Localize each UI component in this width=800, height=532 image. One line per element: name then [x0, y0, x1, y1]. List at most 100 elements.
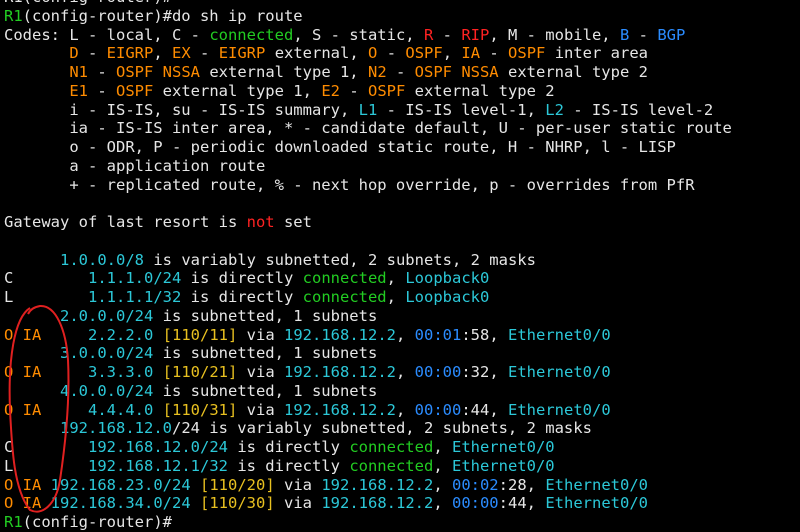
terminal-text: 192.168.34.0/24: [50, 494, 191, 513]
terminal-text: 1.0.0.0/8: [60, 250, 144, 269]
terminal-line: L 192.168.12.1/32 is directly connected,…: [4, 457, 800, 476]
terminal-text: R1: [4, 6, 23, 25]
terminal-line: C 192.168.12.0/24 is directly connected,…: [4, 438, 800, 457]
terminal-text: connected: [349, 438, 434, 456]
terminal-text: -: [480, 44, 509, 63]
terminal-text: 3.0.0.0/24: [60, 344, 154, 363]
terminal-text: O IA: [4, 475, 42, 494]
terminal-line: O IA 3.3.3.0 [110/21] via 192.168.12.2, …: [4, 363, 800, 382]
terminal-text: E2: [321, 81, 340, 100]
terminal-text: 00:00: [414, 400, 462, 419]
terminal-text: L: [4, 456, 88, 475]
terminal-text: 4.4.4.0: [88, 400, 154, 419]
terminal-text: 192.168.12.2: [284, 400, 396, 419]
terminal-text: ,: [433, 494, 452, 513]
terminal-text: N2: [367, 63, 387, 81]
terminal-text: 00:00: [451, 494, 499, 513]
terminal-text: a - application route: [4, 156, 266, 175]
terminal-line: a - application route: [4, 157, 800, 176]
terminal-text: 1.1.1.1/32: [88, 288, 182, 306]
terminal-text: via: [274, 494, 322, 513]
terminal-line: i - IS-IS, su - IS-IS summary, L1 - IS-I…: [4, 101, 800, 120]
terminal-text: EIGRP: [106, 44, 154, 63]
terminal-line: 2.0.0.0/24 is subnetted, 1 subnets: [4, 307, 800, 326]
terminal-text: 192.168.12.2: [321, 494, 434, 513]
terminal-text: Ethernet0/0: [451, 456, 555, 475]
terminal-text: L: [4, 288, 88, 306]
terminal-text: + - replicated route, % - next hop overr…: [4, 175, 695, 194]
terminal-text: C: [4, 269, 88, 288]
terminal-text: -: [433, 25, 462, 44]
terminal-text: ,: [395, 400, 415, 419]
terminal-text: 00:01: [414, 325, 462, 344]
terminal-text: RIP: [461, 25, 490, 44]
terminal-line: N1 - OSPF NSSA external type 1, N2 - OSP…: [4, 63, 800, 82]
terminal-text: -: [88, 81, 116, 100]
terminal-text: is directly: [227, 456, 350, 475]
terminal-text: 192.168.12.0: [60, 419, 172, 438]
terminal-text: external,: [265, 44, 369, 63]
terminal-text: is variably subnetted, 2 subnets, 2 mask…: [144, 250, 536, 269]
terminal-line: 3.0.0.0/24 is subnetted, 1 subnets: [4, 344, 800, 363]
terminal-text: is directly: [181, 269, 303, 288]
terminal-text: Ethernet0/0: [508, 325, 611, 344]
terminal-text: Ethernet0/0: [508, 400, 611, 419]
terminal-text: [110/31]: [162, 400, 238, 419]
terminal-text: R: [423, 25, 434, 44]
terminal-text: :58,: [461, 325, 508, 344]
terminal-text: inter area: [545, 44, 649, 63]
terminal-text: OSPF: [116, 81, 154, 100]
terminal-text: OSPF: [367, 81, 406, 100]
terminal-text: Ethernet0/0: [545, 494, 648, 513]
terminal-line: Gateway of last resort is not set: [4, 213, 800, 232]
terminal-line: E1 - OSPF external type 1, E2 - OSPF ext…: [4, 82, 800, 101]
terminal-text: [110/20]: [200, 475, 275, 494]
terminal-text: external type 2: [405, 81, 555, 100]
terminal-text: ia - IS-IS inter area, * - candidate def…: [4, 119, 732, 138]
terminal-text: -: [377, 44, 406, 63]
terminal-text: ,: [153, 44, 173, 63]
terminal-output[interactable]: R1(config-router)#R1(config-router)#do s…: [4, 0, 800, 532]
terminal-text: D: [69, 44, 79, 63]
terminal-line: ia - IS-IS inter area, * - candidate def…: [4, 119, 800, 138]
terminal-text: Ethernet0/0: [451, 438, 555, 456]
terminal-text: -: [88, 63, 116, 81]
terminal-text: (config-router)#do sh ip route: [22, 6, 303, 25]
terminal-text: IA: [461, 44, 481, 63]
terminal-text: is subnetted, 1 subnets: [153, 306, 378, 325]
terminal-text: o - ODR, P - periodic downloaded static …: [4, 138, 676, 156]
terminal-line: O IA 192.168.23.0/24 [110/20] via 192.16…: [4, 476, 800, 495]
terminal-line: o - ODR, P - periodic downloaded static …: [4, 138, 800, 157]
terminal-text: OSPF NSSA: [116, 63, 200, 81]
terminal-text: ,: [433, 456, 452, 475]
terminal-text: ,: [395, 325, 415, 344]
terminal-line: D - EIGRP, EX - EIGRP external, O - OSPF…: [4, 44, 800, 63]
terminal-text: O IA: [4, 400, 42, 419]
terminal-text: L1: [358, 100, 378, 119]
terminal-line: R1(config-router)#do sh ip route: [4, 7, 800, 26]
terminal-text: via: [274, 475, 322, 494]
terminal-text: :44,: [498, 494, 546, 513]
terminal-text: , M - mobile,: [489, 25, 620, 44]
terminal-text: N1: [69, 63, 88, 81]
terminal-line: 192.168.12.0/24 is variably subnetted, 2…: [4, 419, 800, 438]
terminal-text: 192.168.12.2: [284, 363, 396, 381]
terminal-text: ,: [386, 269, 406, 288]
terminal-line: L 1.1.1.1/32 is directly connected, Loop…: [4, 288, 800, 307]
terminal-text: via: [237, 400, 284, 419]
terminal-text: Gateway of last resort is: [4, 213, 247, 231]
terminal-text: -: [78, 44, 107, 63]
terminal-line: 4.0.0.0/24 is subnetted, 1 subnets: [4, 382, 800, 401]
terminal-text: ,: [442, 44, 462, 63]
